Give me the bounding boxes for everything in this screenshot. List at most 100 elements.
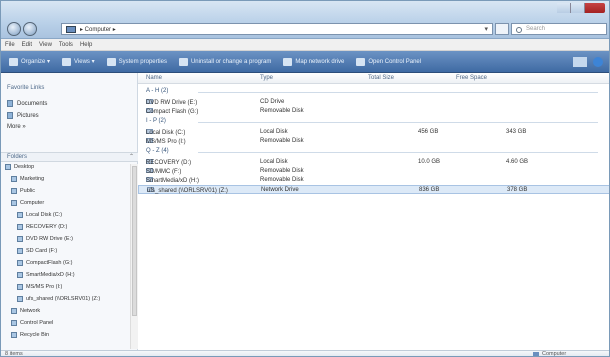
title-bar: ▸ Computer ▸ ▾ Search: [1, 1, 609, 39]
drive-name: Compact Flash (G:): [146, 108, 198, 115]
group-header[interactable]: I - P (2): [146, 118, 186, 124]
folder-icon: [11, 176, 17, 182]
folder-tree-label: MS/MS Pro (I:): [26, 284, 63, 290]
favorite-links-header: Favorite Links: [7, 85, 45, 91]
folder-icon: [11, 320, 17, 326]
folder-tree-item[interactable]: CompactFlash (G:): [17, 260, 72, 266]
folder-tree-item[interactable]: Desktop: [5, 164, 34, 170]
folder-icon: [11, 308, 17, 314]
folder-tree-scrollbar[interactable]: [130, 164, 138, 349]
folder-tree-item[interactable]: Control Panel: [11, 320, 53, 326]
chevron-down-icon[interactable]: ▾: [484, 25, 488, 33]
control-panel-icon: [356, 57, 366, 66]
open-control-panel-button[interactable]: Open Control Panel: [356, 57, 421, 66]
drive-name-label: Compact Flash (G:): [146, 109, 199, 115]
drive-total: 836 GB: [419, 187, 440, 193]
folder-tree-item[interactable]: MS/MS Pro (I:): [17, 284, 62, 290]
favorite-pictures[interactable]: Pictures: [7, 112, 39, 119]
folder-tree-item[interactable]: DVD RW Drive (E:): [17, 236, 73, 242]
drive-type: Removable Disk: [260, 168, 304, 174]
folder-icon: [17, 296, 23, 302]
chevron-up-icon[interactable]: ⌃: [129, 153, 134, 162]
views-button[interactable]: Views ▾: [62, 57, 95, 66]
change-view-button[interactable]: [573, 56, 587, 67]
computer-icon: [66, 26, 76, 33]
folder-tree-label: SD Card (F:): [26, 248, 58, 254]
drive-row[interactable]: Compact Flash (G:) Removable Disk: [138, 107, 609, 116]
explorer-window: ▸ Computer ▸ ▾ Search File Edit View Too…: [0, 0, 610, 357]
favorite-documents[interactable]: Documents: [7, 100, 47, 107]
column-free-space[interactable]: Free Space: [456, 75, 487, 81]
scrollbar-thumb[interactable]: [132, 166, 137, 316]
folder-tree-label: RECOVERY (D:): [26, 224, 68, 230]
folders-header[interactable]: Folders ⌃: [1, 152, 138, 162]
folder-icon: [17, 212, 23, 218]
menu-edit[interactable]: Edit: [22, 42, 32, 48]
network-drive-icon: [283, 57, 293, 66]
folder-tree-label: Public: [20, 188, 35, 194]
drive-type: Removable Disk: [260, 138, 304, 144]
folder-tree-item[interactable]: Public: [11, 188, 35, 194]
forward-button[interactable]: [23, 22, 37, 36]
drive-row[interactable]: ufs_shared (\\ORLSRV01) (Z:) Network Driv…: [138, 185, 609, 194]
folder-tree-item[interactable]: Recycle Bin: [11, 332, 49, 338]
folder-icon: [17, 236, 23, 242]
menu-help[interactable]: Help: [80, 42, 92, 48]
status-bar: 8 items Computer: [1, 350, 609, 357]
help-icon[interactable]: [593, 56, 603, 67]
folder-tree-label: Marketing: [20, 176, 45, 182]
drive-name: DVD RW Drive (E:): [146, 99, 197, 106]
drive-row[interactable]: Local Disk (C:) Local Disk 456 GB 343 GB: [138, 128, 609, 137]
folder-tree-item[interactable]: SD Card (F:): [17, 248, 57, 254]
drive-name: RECOVERY (D:): [146, 159, 191, 166]
folder-icon: [11, 200, 17, 206]
folder-tree-item[interactable]: SmartMedia/xD (H:): [17, 272, 75, 278]
drive-name-label: SmartMedia/xD (H:): [146, 178, 200, 184]
folder-tree-label: CompactFlash (G:): [26, 260, 73, 266]
favorite-more[interactable]: More »: [7, 124, 26, 130]
menu-file[interactable]: File: [5, 42, 15, 48]
status-location: Computer: [533, 351, 566, 356]
map-network-drive-button[interactable]: Map network drive: [283, 57, 344, 66]
maximize-button[interactable]: [571, 3, 585, 13]
favorite-documents-label: Documents: [17, 100, 48, 107]
favorite-more-label: More »: [7, 124, 26, 130]
folder-tree-item[interactable]: Local Disk (C:): [17, 212, 62, 218]
folder-tree-item[interactable]: Network: [11, 308, 40, 314]
column-header-row: Name Type Total Size Free Space: [138, 73, 609, 84]
menu-view[interactable]: View: [39, 42, 52, 48]
column-total-size[interactable]: Total Size: [368, 75, 394, 81]
status-item-count: 8 items: [5, 351, 23, 357]
system-properties-button[interactable]: System properties: [106, 57, 167, 66]
group-divider: [198, 92, 598, 93]
drive-row[interactable]: DVD RW Drive (E:) CD Drive: [138, 98, 609, 107]
drive-name-label: ufs_shared (\\ORLSRV01) (Z:): [147, 188, 228, 194]
drive-free: 343 GB: [506, 129, 527, 135]
drive-row[interactable]: MS/MS Pro (I:) Removable Disk: [138, 137, 609, 146]
organize-button[interactable]: Organize ▾: [9, 57, 50, 66]
column-type[interactable]: Type: [260, 75, 273, 81]
group-header[interactable]: Q - Z (4): [146, 148, 189, 154]
drive-row[interactable]: RECOVERY (D:) Local Disk 10.0 GB 4.60 GB: [138, 158, 609, 167]
refresh-button[interactable]: [495, 23, 509, 35]
drive-row[interactable]: SmartMedia/xD (H:) Removable Disk: [138, 176, 609, 185]
column-name[interactable]: Name: [146, 75, 162, 81]
back-button[interactable]: [7, 22, 21, 36]
drive-row[interactable]: SD/MMC (F:) Removable Disk: [138, 167, 609, 176]
search-input[interactable]: Search: [511, 23, 607, 35]
minimize-button[interactable]: [557, 3, 571, 13]
command-toolbar: Organize ▾ Views ▾ System properties Uni…: [1, 51, 609, 73]
drive-type: Removable Disk: [260, 108, 304, 114]
menu-tools[interactable]: Tools: [59, 42, 73, 48]
group-header[interactable]: A - H (2): [146, 88, 188, 94]
drive-free: 4.60 GB: [506, 159, 529, 165]
folder-tree-item[interactable]: ufs_shared (\\ORLSRV01) (Z:): [17, 296, 100, 302]
folder-tree-item[interactable]: RECOVERY (D:): [17, 224, 67, 230]
folder-tree-item[interactable]: Marketing: [11, 176, 44, 182]
uninstall-program-button[interactable]: Uninstall or change a program: [178, 57, 271, 66]
folder-tree-item[interactable]: Computer: [11, 200, 44, 206]
folder-tree-label: Network: [20, 308, 41, 314]
address-bar[interactable]: ▸ Computer ▸ ▾: [61, 23, 493, 35]
folder-tree-label: Recycle Bin: [20, 332, 50, 338]
drive-type: Removable Disk: [260, 177, 304, 183]
